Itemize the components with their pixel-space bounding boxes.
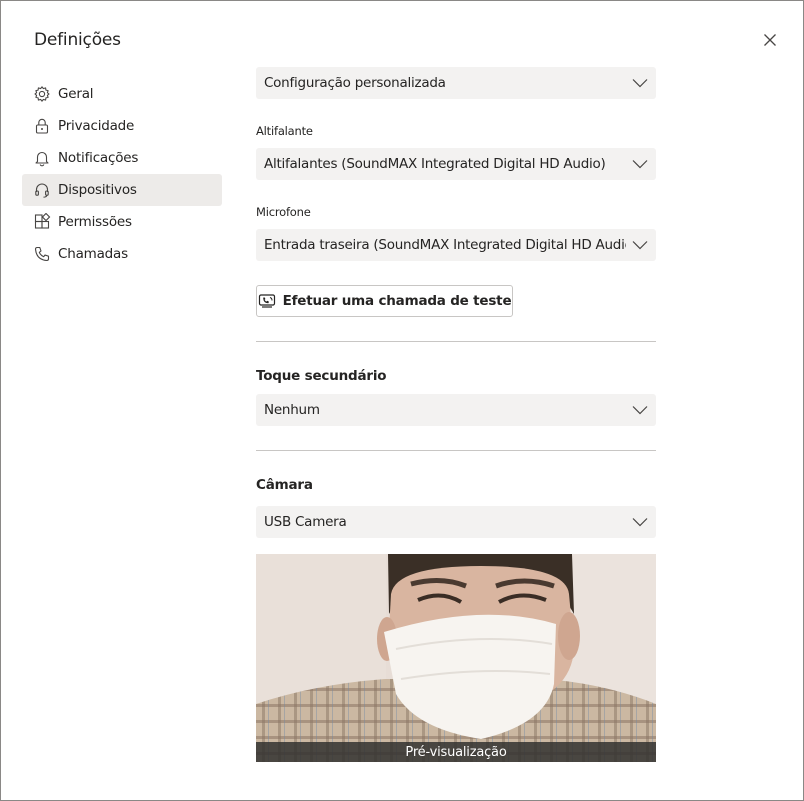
chevron-down-icon — [632, 514, 648, 530]
divider — [256, 341, 656, 342]
preview-caption: Pré-visualização — [256, 742, 656, 762]
camera-preview: Pré-visualização — [256, 554, 656, 762]
audio-config-dropdown[interactable]: Configuração personalizada — [256, 67, 656, 99]
nav-item-label: Dispositivos — [58, 182, 137, 198]
dropdown-value: USB Camera — [264, 514, 347, 530]
nav-item-privacidade[interactable]: Privacidade — [22, 110, 222, 142]
microphone-dropdown[interactable]: Entrada traseira (SoundMAX Integrated Di… — [256, 229, 656, 261]
nav-item-geral[interactable]: Geral — [22, 78, 222, 110]
nav-item-chamadas[interactable]: Chamadas — [22, 238, 222, 270]
dialog-title: Definições — [34, 30, 121, 50]
test-call-button[interactable]: Efetuar uma chamada de teste — [256, 285, 513, 317]
dropdown-value: Configuração personalizada — [264, 75, 446, 91]
speaker-label: Altifalante — [256, 124, 313, 138]
camera-preview-image — [256, 554, 656, 762]
secondary-ringer-title: Toque secundário — [256, 368, 387, 384]
nav-item-permissoes[interactable]: Permissões — [22, 206, 222, 238]
nav-item-label: Chamadas — [58, 246, 128, 262]
test-call-label: Efetuar uma chamada de teste — [282, 293, 512, 309]
divider — [256, 450, 656, 451]
chevron-down-icon — [632, 75, 648, 91]
camera-title: Câmara — [256, 477, 313, 493]
phone-icon — [33, 245, 51, 263]
dropdown-value: Altifalantes (SoundMAX Integrated Digita… — [264, 156, 606, 172]
nav-item-label: Privacidade — [58, 118, 135, 134]
settings-dialog: Definições Geral Privacidade Notificaçõe… — [0, 0, 804, 801]
microphone-label: Microfone — [256, 205, 311, 219]
lock-icon — [33, 117, 51, 135]
speaker-dropdown[interactable]: Altifalantes (SoundMAX Integrated Digita… — [256, 148, 656, 180]
dropdown-value: Nenhum — [264, 402, 320, 418]
close-icon — [764, 34, 776, 46]
secondary-ringer-dropdown[interactable]: Nenhum — [256, 394, 656, 426]
camera-dropdown[interactable]: USB Camera — [256, 506, 656, 538]
bell-icon — [33, 149, 51, 167]
nav-item-label: Geral — [58, 86, 94, 102]
puzzle-icon — [33, 213, 51, 231]
chevron-down-icon — [632, 156, 648, 172]
nav-item-notificacoes[interactable]: Notificações — [22, 142, 222, 174]
chevron-down-icon — [632, 402, 648, 418]
nav-item-label: Notificações — [58, 150, 139, 166]
nav-item-dispositivos[interactable]: Dispositivos — [22, 174, 222, 206]
headset-icon — [33, 181, 51, 199]
settings-nav: Geral Privacidade Notificações Dispositi… — [22, 78, 222, 270]
chevron-down-icon — [632, 237, 648, 253]
close-button[interactable] — [759, 29, 781, 51]
dropdown-value: Entrada traseira (SoundMAX Integrated Di… — [264, 237, 626, 253]
test-call-icon — [258, 292, 276, 310]
gear-icon — [33, 85, 51, 103]
nav-item-label: Permissões — [58, 214, 132, 230]
